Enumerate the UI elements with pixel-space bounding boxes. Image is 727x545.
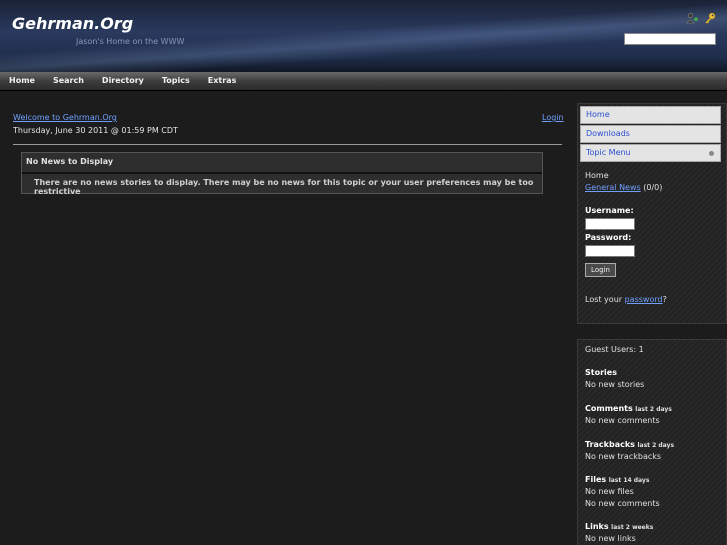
login-button[interactable]: Login <box>585 263 616 277</box>
header-decoration <box>0 0 727 72</box>
news-title: No News to Display <box>26 157 114 166</box>
topic-general-news-row: General News (0/0) <box>585 183 662 192</box>
sidebar-login-block: Home Downloads Topic Menu Home General N… <box>577 103 727 324</box>
sidebar-whats-new-block: Guest Users: 1 Stories No new stories Co… <box>577 339 727 545</box>
news-separator <box>22 172 542 174</box>
key-icon[interactable] <box>704 12 716 24</box>
sidebar-item-label: Home <box>586 110 610 119</box>
files-comments-value: No new comments <box>585 499 660 508</box>
nav-extras[interactable]: Extras <box>199 72 246 90</box>
sidebar-item-label: Topic Menu <box>586 148 631 157</box>
search-input[interactable] <box>624 33 716 45</box>
news-box: No News to Display There are no news sto… <box>21 152 543 196</box>
password-label: Password: <box>585 233 632 242</box>
comments-qualifier: last 2 days <box>635 406 672 413</box>
files-heading: Files last 14 days <box>585 475 649 484</box>
welcome-link[interactable]: Welcome to Gehrman.Org <box>13 113 117 122</box>
add-user-icon[interactable] <box>686 12 698 24</box>
news-message: There are no news stories to display. Th… <box>34 178 534 196</box>
links-title: Links <box>585 522 609 531</box>
nav-directory[interactable]: Directory <box>93 72 153 90</box>
main-nav: Home Search Directory Topics Extras <box>0 72 727 91</box>
comments-title: Comments <box>585 404 633 413</box>
trackbacks-heading: Trackbacks last 2 days <box>585 440 674 449</box>
lost-password-link[interactable]: password <box>625 295 663 304</box>
stories-title: Stories <box>585 368 617 377</box>
site-slogan: Jason's Home on the WWW <box>76 37 185 46</box>
divider <box>13 144 562 145</box>
sidebar-item-downloads[interactable]: Downloads <box>580 125 721 143</box>
comments-heading: Comments last 2 days <box>585 404 672 413</box>
bullet-icon <box>709 151 714 156</box>
nav-home[interactable]: Home <box>0 72 44 90</box>
links-qualifier: last 2 weeks <box>611 524 654 531</box>
sidebar-item-home[interactable]: Home <box>580 106 721 124</box>
lost-password-prefix: Lost your <box>585 295 625 304</box>
links-value: No new links <box>585 534 636 543</box>
topic-general-news-link[interactable]: General News <box>585 183 641 192</box>
nav-topics[interactable]: Topics <box>153 72 199 90</box>
header-icons <box>686 12 716 24</box>
topic-home[interactable]: Home <box>585 171 609 180</box>
links-heading: Links last 2 weeks <box>585 522 653 531</box>
comments-value: No new comments <box>585 416 660 425</box>
sidebar-item-topic-menu[interactable]: Topic Menu <box>580 144 721 162</box>
lost-password-row: Lost your password? <box>585 295 667 304</box>
guest-users: Guest Users: 1 <box>585 345 644 354</box>
username-field[interactable] <box>585 218 635 230</box>
files-qualifier: last 14 days <box>608 477 650 484</box>
sidebar-item-label: Downloads <box>586 129 630 138</box>
site-header: Gehrman.Org Jason's Home on the WWW <box>0 0 727 72</box>
password-field[interactable] <box>585 245 635 257</box>
nav-search[interactable]: Search <box>44 72 93 90</box>
sidebar-menu: Home Downloads Topic Menu <box>580 106 721 163</box>
site-title[interactable]: Gehrman.Org <box>12 14 133 33</box>
login-link[interactable]: Login <box>542 113 564 122</box>
trackbacks-value: No new trackbacks <box>585 452 662 461</box>
date-line: Thursday, June 30 2011 @ 01:59 PM CDT <box>13 126 178 135</box>
files-value: No new files <box>585 487 634 496</box>
trackbacks-title: Trackbacks <box>585 440 635 449</box>
username-label: Username: <box>585 206 634 215</box>
files-title: Files <box>585 475 607 484</box>
trackbacks-qualifier: last 2 days <box>637 442 675 449</box>
topic-count: (0/0) <box>643 183 663 192</box>
lost-password-suffix: ? <box>662 295 667 304</box>
stories-value: No new stories <box>585 380 645 389</box>
